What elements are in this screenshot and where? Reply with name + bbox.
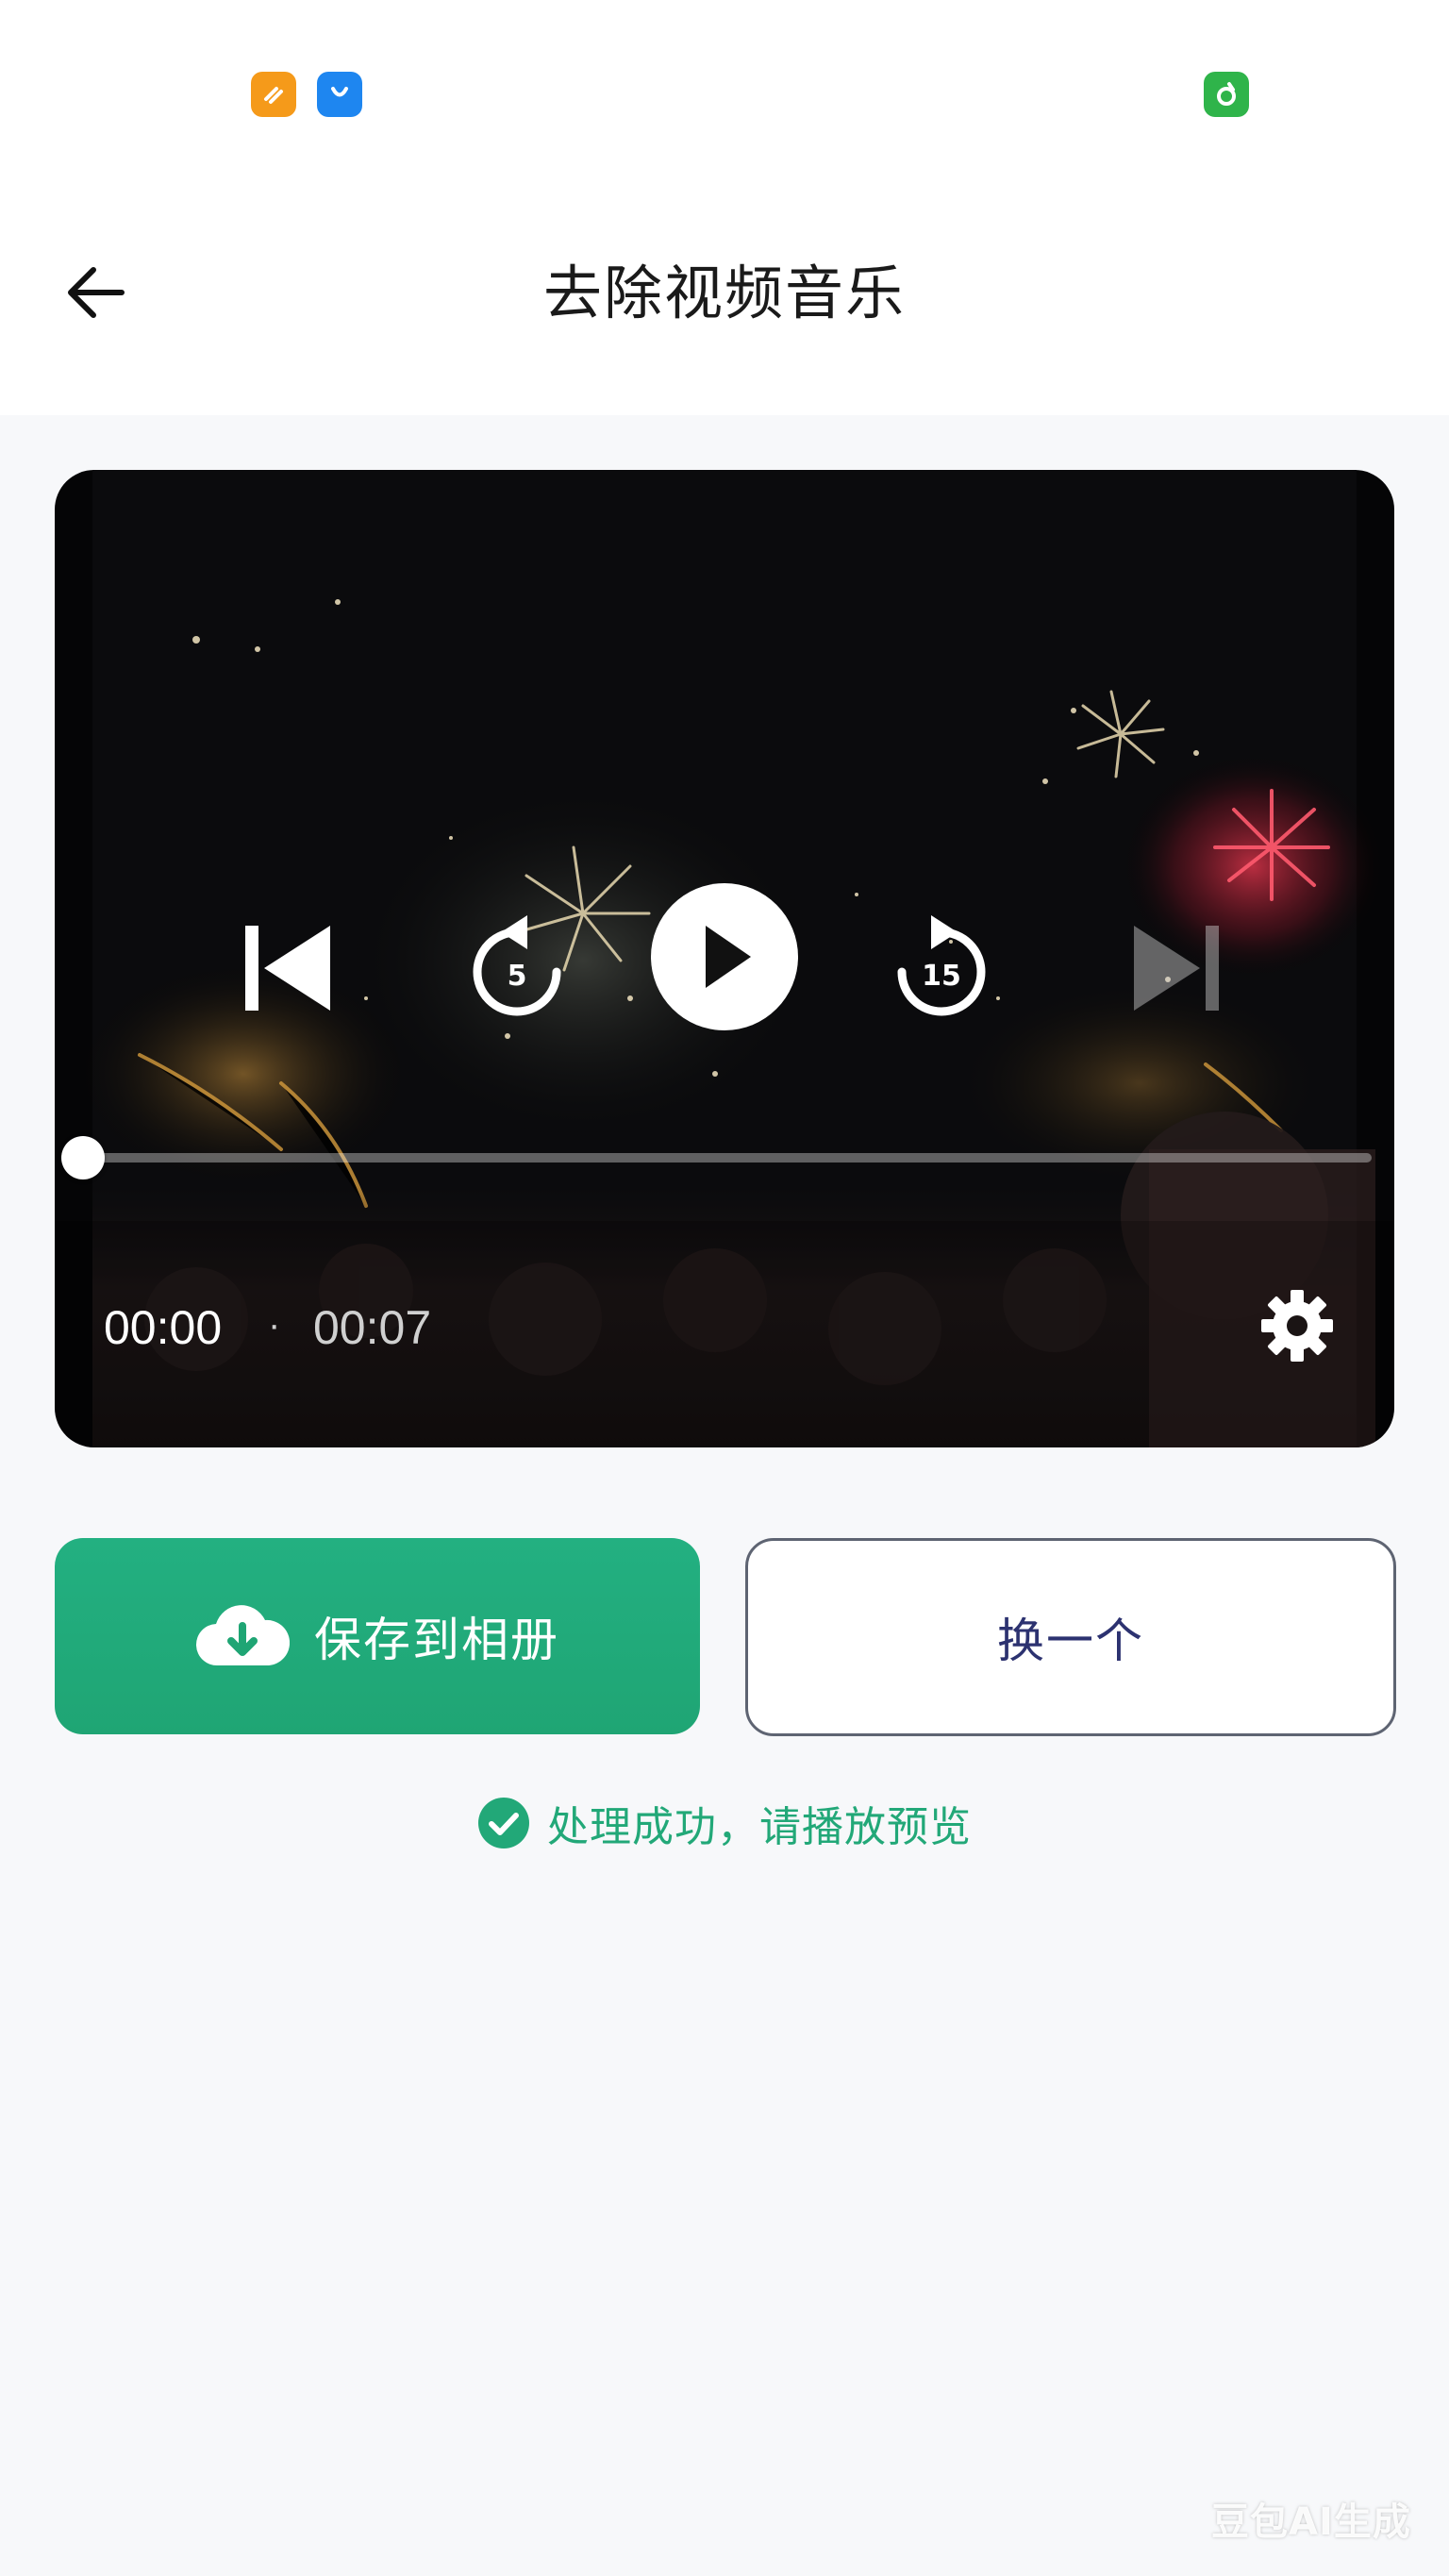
- save-to-album-button[interactable]: 保存到相册: [55, 1538, 700, 1734]
- time-separator: ·: [268, 1304, 281, 1346]
- status-bar: [0, 0, 1449, 179]
- status-message: 处理成功，请播放预览: [0, 1793, 1449, 1853]
- forward-15-label: 15: [922, 960, 961, 993]
- save-to-album-label: 保存到相册: [314, 1613, 559, 1667]
- ai-watermark: 豆包AI生成: [1211, 2501, 1411, 2544]
- settings-button[interactable]: [1255, 1283, 1340, 1368]
- forward-15-button[interactable]: 15: [866, 893, 1017, 1044]
- shopping-bag-icon: [317, 72, 362, 117]
- skip-previous-icon: [245, 926, 330, 1011]
- progress-thumb[interactable]: [61, 1136, 105, 1179]
- rewind-5-icon: 5: [473, 915, 561, 1016]
- page-title: 去除视频音乐: [542, 259, 906, 327]
- swap-video-button[interactable]: 换一个: [745, 1538, 1396, 1736]
- status-text: 处理成功，请播放预览: [547, 1803, 972, 1851]
- swap-video-label: 换一个: [997, 1614, 1144, 1668]
- video-player[interactable]: 5 15 00:00 · 00:07: [55, 470, 1394, 1447]
- play-icon: [651, 883, 798, 1030]
- forward-15-icon: 15: [897, 915, 986, 1016]
- cloud-download-icon: [196, 1605, 290, 1666]
- rewind-5-button[interactable]: 5: [441, 893, 592, 1044]
- rewind-5-label: 5: [508, 960, 527, 993]
- check-circle-icon: [478, 1798, 529, 1848]
- control-bar-shade: [55, 1221, 1394, 1447]
- gear-icon: [1261, 1290, 1333, 1362]
- header: 去除视频音乐: [0, 179, 1449, 415]
- skip-previous-button[interactable]: [221, 902, 353, 1034]
- total-time: 00:07: [313, 1301, 432, 1354]
- play-button[interactable]: [649, 881, 800, 1032]
- green-app-icon: [1204, 72, 1249, 117]
- current-time: 00:00: [104, 1301, 223, 1354]
- progress-bar[interactable]: [61, 1136, 1372, 1179]
- skip-next-button[interactable]: [1111, 902, 1243, 1034]
- orange-app-icon: [251, 72, 296, 117]
- skip-next-icon: [1134, 926, 1219, 1011]
